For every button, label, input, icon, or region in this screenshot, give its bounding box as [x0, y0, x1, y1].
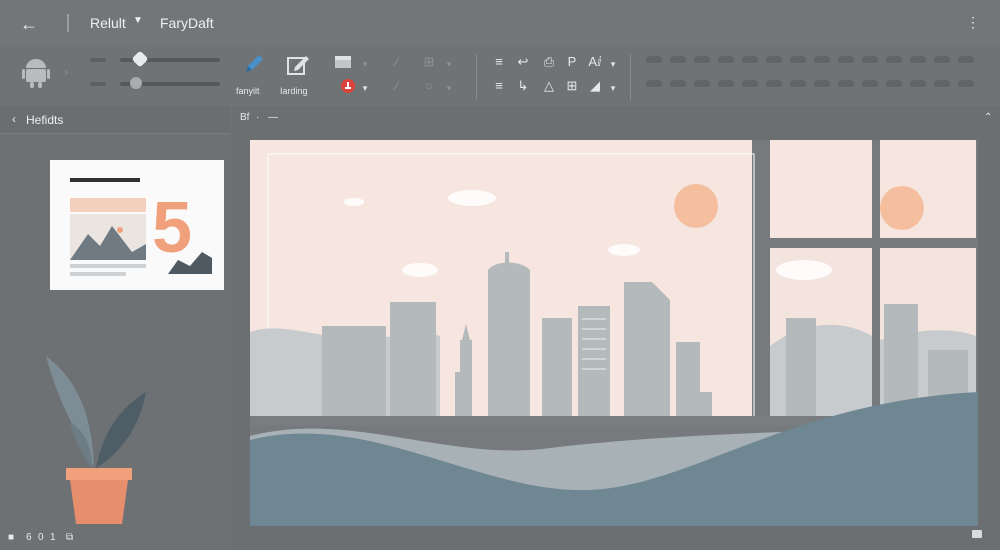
toolbar-placeholder	[766, 56, 782, 63]
toolbar-placeholder	[646, 56, 662, 63]
indent-icon[interactable]: ↳	[514, 78, 532, 94]
text-wrap-icon[interactable]: ↩	[514, 54, 532, 70]
toolbar-placeholder	[862, 80, 878, 87]
chevron-down-icon[interactable]: ▾	[608, 80, 618, 96]
potted-plant-illustration	[46, 356, 146, 524]
slides-panel-title: Hefidts	[26, 113, 64, 127]
canvas-toolbar: Bf · — ⌃	[232, 106, 1000, 132]
android-icon[interactable]	[22, 56, 50, 88]
align-justify-icon[interactable]: ≡	[490, 78, 508, 94]
ribbon-toolbar: › fanyilt Iarding ▾ ▾ ∕ ∕ ⊞ ▾ ○ ▾ ≡ ↩ ⎙ …	[0, 46, 1000, 106]
crop-icon[interactable]: ⊞	[564, 78, 580, 94]
toolbar-placeholder	[814, 56, 830, 63]
toolbar-placeholder	[910, 80, 926, 87]
fill-color-icon[interactable]	[333, 53, 355, 71]
slider-handle[interactable]	[130, 77, 142, 89]
toolbar-separator	[476, 54, 477, 100]
file-menu[interactable]: Relult	[90, 15, 126, 31]
chevron-down-icon[interactable]: ▾	[444, 56, 454, 72]
slider-handle[interactable]	[131, 50, 149, 68]
toolbar-placeholder	[838, 80, 854, 87]
toolbar-placeholder	[670, 80, 686, 87]
canvas-tool[interactable]: Bf	[240, 112, 249, 123]
toolbar-placeholder	[886, 56, 902, 63]
back-arrow-icon[interactable]: ←	[20, 13, 42, 35]
toolbar-placeholder	[958, 80, 974, 87]
toolbar-placeholder	[646, 80, 662, 87]
slider-tick	[90, 58, 106, 62]
toolbar-placeholder	[790, 80, 806, 87]
title-bar: ← Relult ▼ FaryDaft ⋮	[0, 0, 1000, 46]
canvas-tool[interactable]: ·	[256, 112, 259, 123]
paint-bucket-icon[interactable]: ◢	[586, 78, 604, 94]
grid-icon[interactable]: ⊞	[420, 54, 438, 70]
status-item: 6	[26, 532, 32, 543]
chevron-right-icon[interactable]: ›	[60, 64, 72, 80]
expand-icon[interactable]: ⌃	[984, 112, 992, 123]
toolbar-placeholder	[694, 80, 710, 87]
toolbar-placeholder	[742, 80, 758, 87]
shape-tool-label: Iarding	[280, 86, 308, 96]
triangle-shape-icon[interactable]: △	[540, 78, 558, 94]
chevron-down-icon[interactable]: ▾	[360, 80, 370, 96]
toolbar-placeholder	[814, 80, 830, 87]
pen-tool-label: fanyilt	[236, 86, 260, 96]
align-left-icon[interactable]: ≡	[490, 54, 508, 70]
canvas-area: Bf · — ⌃	[232, 106, 1000, 550]
slide-canvas[interactable]	[250, 140, 978, 526]
title-separator	[67, 14, 69, 32]
paragraph-icon[interactable]: P	[564, 54, 580, 70]
slides-panel: ‹ Hefidts 5 ■ 6 0 1 ⧉	[0, 106, 230, 550]
line-tool-icon[interactable]: ∕	[388, 54, 406, 70]
toolbar-placeholder	[766, 80, 782, 87]
font-style-icon[interactable]: Aⅈ	[586, 54, 604, 70]
toolbar-separator	[630, 54, 631, 100]
chevron-left-icon[interactable]: ‹	[12, 112, 16, 126]
slide-number-landscape	[168, 252, 212, 274]
toolbar-placeholder	[694, 56, 710, 63]
text-box-icon[interactable]: ⎙	[540, 54, 558, 70]
circle-shape-icon[interactable]: ○	[420, 78, 438, 94]
toolbar-placeholder	[862, 56, 878, 63]
slides-panel-header: ‹ Hefidts	[0, 106, 230, 134]
slider-tick	[90, 82, 106, 86]
toolbar-placeholder	[910, 56, 926, 63]
status-square-icon[interactable]: ■	[8, 532, 14, 543]
toolbar-placeholder	[838, 56, 854, 63]
canvas-tool[interactable]: —	[268, 112, 278, 123]
toolbar-placeholder	[670, 56, 686, 63]
slide-thumbnail[interactable]: 5	[50, 160, 224, 290]
pen-icon[interactable]	[242, 52, 266, 76]
chevron-down-icon[interactable]: ▾	[444, 80, 454, 96]
share-icon[interactable]: ⧉	[66, 532, 73, 543]
chevron-down-icon[interactable]: ▼	[133, 15, 143, 26]
toolbar-placeholder	[790, 56, 806, 63]
document-name[interactable]: FaryDaft	[160, 15, 214, 31]
chevron-down-icon[interactable]: ▾	[360, 56, 370, 72]
stamp-icon[interactable]	[340, 78, 356, 94]
shape-edit-icon[interactable]	[286, 52, 312, 76]
line-tool-icon[interactable]: ∕	[388, 78, 406, 94]
toolbar-placeholder	[958, 56, 974, 63]
toolbar-placeholder	[718, 80, 734, 87]
status-item: 0	[38, 532, 44, 543]
toolbar-placeholder	[742, 56, 758, 63]
toolbar-placeholder	[934, 56, 950, 63]
status-item: 1	[50, 532, 56, 543]
chevron-down-icon[interactable]: ▾	[608, 56, 618, 72]
toolbar-placeholder	[718, 56, 734, 63]
toolbar-placeholder	[886, 80, 902, 87]
fit-to-screen-icon[interactable]	[972, 530, 982, 538]
toolbar-placeholder	[934, 80, 950, 87]
more-options-icon[interactable]: ⋮	[966, 14, 980, 31]
status-bar: ■ 6 0 1 ⧉	[0, 528, 230, 550]
